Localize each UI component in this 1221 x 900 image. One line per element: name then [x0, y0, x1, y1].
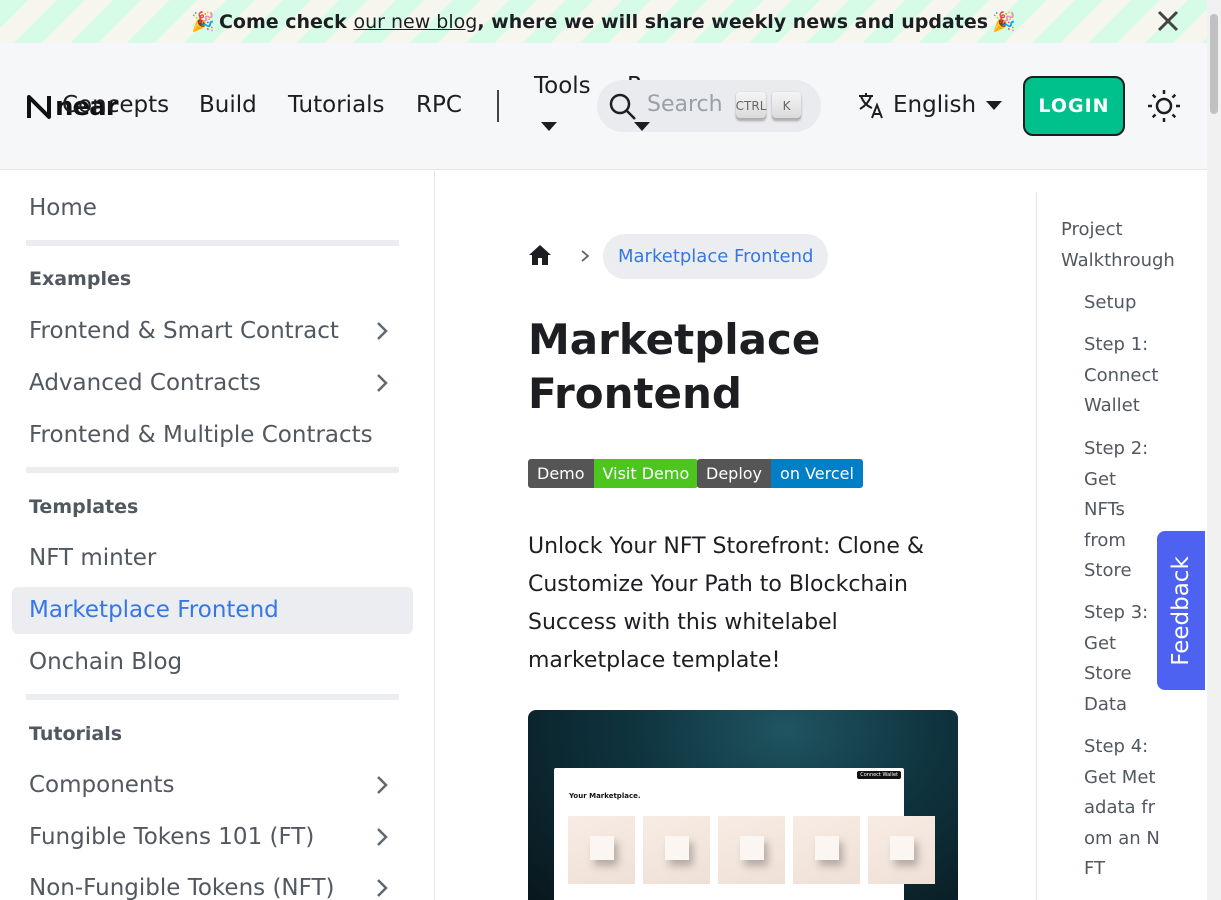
toc-item-step-1[interactable]: Step 1: Connect Wallet: [1084, 330, 1164, 422]
demo-badge-left: Demo: [528, 459, 594, 488]
sidebar-item-home[interactable]: Home: [29, 195, 97, 221]
preview-card: [868, 816, 935, 884]
announcement-bar: 🎉 Come check our new blog, where we will…: [0, 0, 1207, 43]
sidebar-item-fungible-tokens[interactable]: Fungible Tokens 101 (FT): [29, 824, 314, 850]
nav-separator: [497, 90, 499, 122]
cube-shape: [590, 836, 614, 860]
scrollbar-thumb[interactable]: [1210, 14, 1218, 114]
sidebar-category-templates: Templates: [29, 496, 139, 518]
sidebar-item-onchain-blog[interactable]: Onchain Blog: [29, 649, 182, 675]
search-placeholder: Search: [647, 92, 723, 117]
deploy-badge-right: on Vercel: [771, 459, 863, 488]
cube-shape: [890, 836, 914, 860]
sun-icon: [1148, 90, 1180, 122]
chevron-right-icon[interactable]: [372, 373, 392, 393]
translate-icon: [859, 93, 883, 119]
toc-item-step-4[interactable]: Step 4: Get Metadata from an NFT: [1084, 732, 1160, 885]
nav-tutorials[interactable]: Tutorials: [288, 92, 385, 118]
nav-rpc[interactable]: RPC: [416, 92, 462, 118]
tools-caret-icon[interactable]: [541, 122, 557, 131]
marketplace-preview-image: Your Marketplace. Connect Wallet: [528, 710, 958, 900]
sidebar-divider: [26, 240, 399, 246]
preview-connect-button: Connect Wallet: [857, 771, 901, 779]
announcement-suffix: , where we will share weekly news and up…: [477, 10, 989, 33]
chevron-right-icon[interactable]: [372, 827, 392, 847]
cube-shape: [815, 836, 839, 860]
chevron-right-icon[interactable]: [372, 878, 392, 898]
breadcrumb-current: Marketplace Frontend: [603, 234, 829, 279]
preview-heading: Your Marketplace.: [569, 792, 641, 800]
nav-concepts[interactable]: Concepts: [62, 92, 169, 118]
preview-card: [643, 816, 710, 884]
chevron-right-icon[interactable]: [372, 321, 392, 341]
blog-link[interactable]: our new blog: [353, 11, 477, 33]
preview-window: Your Marketplace. Connect Wallet: [554, 768, 935, 900]
party-emoji-left: 🎉: [191, 11, 215, 33]
sidebar-item-advanced-contracts[interactable]: Advanced Contracts: [29, 370, 261, 396]
cube-shape: [665, 836, 689, 860]
near-logo-icon: [27, 95, 51, 119]
intro-paragraph: Unlock Your NFT Storefront: Clone & Cust…: [528, 534, 925, 673]
sidebar: Home Examples Frontend & Smart Contract …: [0, 171, 435, 900]
preview-card: [793, 816, 860, 884]
chevron-right-icon[interactable]: [372, 775, 392, 795]
resources-caret-icon[interactable]: [634, 122, 650, 131]
deploy-badge-left: Deploy: [697, 459, 772, 488]
toc-item-step-2[interactable]: Step 2: Get NFTs from Store: [1084, 434, 1154, 587]
search-box[interactable]: Search CTRL K: [597, 80, 821, 132]
demo-badge-right: Visit Demo: [593, 459, 699, 488]
page-scrollbar[interactable]: [1207, 0, 1221, 900]
main-content: Marketplace Frontend Marketplace Fronten…: [436, 171, 1036, 900]
party-emoji-right: 🎉: [992, 11, 1016, 33]
search-icon: [609, 93, 636, 120]
page-title: Marketplace Frontend: [528, 315, 821, 418]
ctrl-key: CTRL: [736, 92, 766, 120]
sidebar-item-non-fungible-tokens[interactable]: Non-Fungible Tokens (NFT): [29, 875, 334, 900]
sidebar-item-frontend-multiple-contracts[interactable]: Frontend & Multiple Contracts: [29, 422, 373, 448]
nav-build[interactable]: Build: [199, 92, 257, 118]
close-icon[interactable]: [1155, 8, 1181, 34]
k-key: K: [772, 92, 801, 120]
language-caret-icon: [986, 100, 1003, 110]
toc-item-setup[interactable]: Setup: [1084, 288, 1164, 319]
demo-badge[interactable]: Demo Visit Demo: [528, 459, 699, 488]
sidebar-item-frontend-smart-contract[interactable]: Frontend & Smart Contract: [29, 318, 339, 344]
nav-tools[interactable]: Tools: [534, 73, 591, 99]
toc-item-step-3[interactable]: Step 3: Get Store Data: [1084, 598, 1154, 720]
theme-toggle[interactable]: [1147, 89, 1181, 127]
feedback-label: Feedback: [1168, 555, 1194, 666]
announcement-prefix: Come check: [218, 10, 347, 33]
language-selector[interactable]: English: [857, 90, 1003, 120]
home-icon[interactable]: [528, 243, 552, 267]
sidebar-category-examples: Examples: [29, 268, 132, 290]
sidebar-divider: [26, 694, 399, 700]
language-label: English: [893, 92, 977, 118]
preview-card: [718, 816, 785, 884]
cube-shape: [740, 836, 764, 860]
deploy-badge[interactable]: Deploy on Vercel: [697, 459, 863, 488]
sidebar-item-marketplace-frontend[interactable]: Marketplace Frontend: [29, 597, 279, 623]
sidebar-item-nft-minter[interactable]: NFT minter: [29, 545, 156, 571]
toc-item-project-walkthrough[interactable]: Project Walkthrough: [1061, 215, 1181, 276]
sidebar-divider: [26, 467, 399, 473]
breadcrumb-separator-icon: [581, 250, 590, 262]
sidebar-category-tutorials: Tutorials: [29, 723, 123, 745]
preview-card: [568, 816, 635, 884]
feedback-button[interactable]: Feedback: [1157, 531, 1205, 690]
login-button[interactable]: LOGIN: [1023, 76, 1125, 136]
sidebar-item-components[interactable]: Components: [29, 772, 175, 798]
